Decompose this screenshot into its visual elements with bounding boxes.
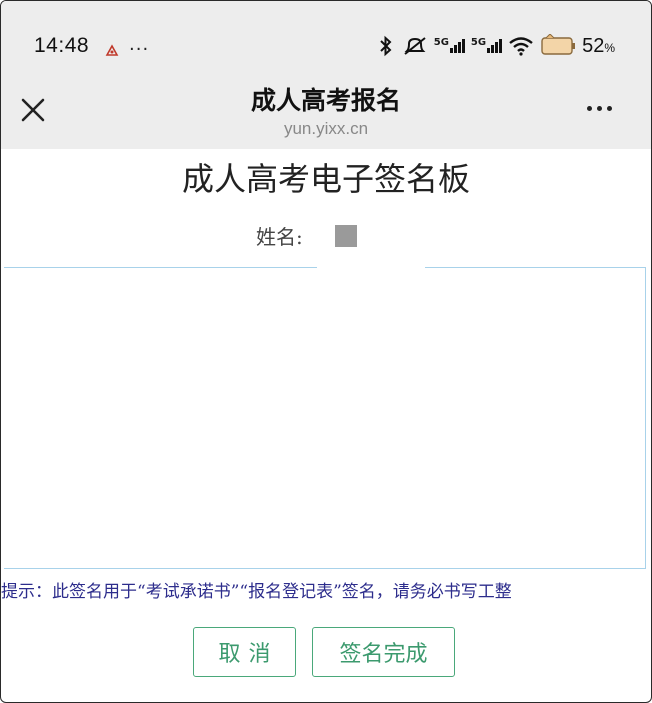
status-left-icons: ··· bbox=[105, 39, 149, 60]
signal-2-icon: 5G bbox=[470, 37, 503, 53]
name-value-redacted bbox=[334, 224, 357, 247]
phone-screen: 14:48 ··· 5G 5G 52% 成人高考报名 yun.yixx.cn 成… bbox=[0, 0, 652, 703]
battery-icon bbox=[541, 34, 576, 55]
name-label: 姓名: bbox=[256, 225, 303, 249]
status-right: 5G 5G 52% bbox=[376, 34, 615, 58]
bluetooth-icon bbox=[380, 35, 392, 57]
name-row: 姓名: bbox=[256, 221, 357, 250]
signature-pad[interactable] bbox=[4, 267, 646, 569]
battery-percent: 52% bbox=[582, 34, 615, 57]
signature-tip: 提示：此签名用于“考试承诺书”“报名登记表”签名，请务必书写工整 bbox=[1, 582, 512, 602]
network-type-2: 5G bbox=[470, 37, 487, 48]
more-options-icon[interactable] bbox=[587, 106, 612, 111]
app-notification-icon bbox=[105, 43, 119, 56]
network-type-1: 5G bbox=[433, 37, 449, 48]
alarm-muted-icon bbox=[404, 37, 426, 55]
status-more-icon: ··· bbox=[129, 39, 150, 60]
nav-title: 成人高考报名 bbox=[250, 86, 401, 115]
wifi-icon bbox=[509, 37, 533, 56]
page-title: 成人高考电子签名板 bbox=[181, 160, 470, 198]
cancel-button[interactable]: 取消 bbox=[193, 627, 296, 677]
signature-pad-gap bbox=[317, 263, 425, 271]
nav-url: yun.yixx.cn bbox=[283, 119, 369, 138]
status-time: 14:48 bbox=[34, 34, 90, 57]
signature-complete-button[interactable]: 签名完成 bbox=[312, 627, 455, 677]
signal-1-icon: 5G bbox=[433, 37, 465, 53]
